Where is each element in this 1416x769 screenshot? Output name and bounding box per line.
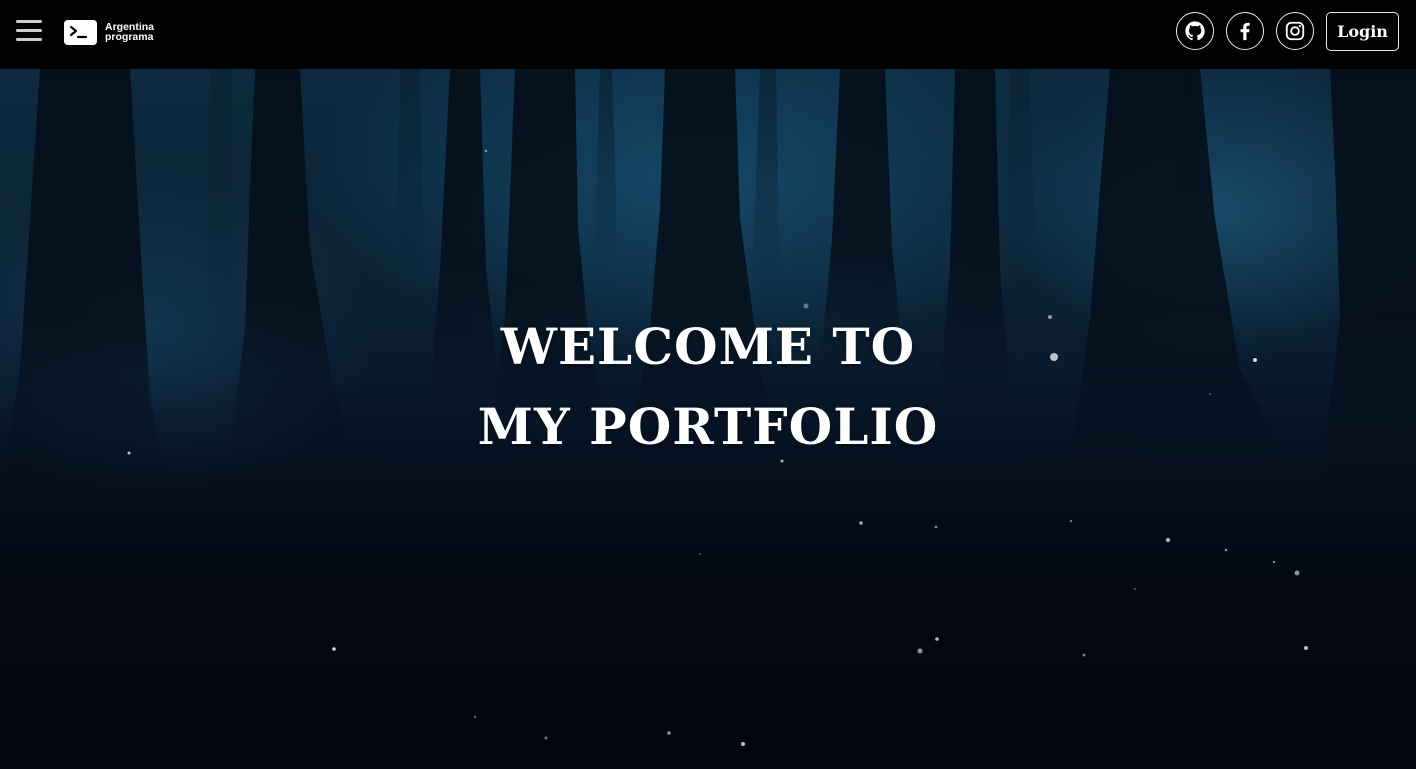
terminal-prompt-icon [64,19,97,45]
top-navbar: Argentina programa Login [0,0,1416,69]
brand-logo-link[interactable]: Argentina programa [64,18,154,46]
hero-title: WELCOME TO MY PORTFOLIO [0,307,1416,467]
instagram-link[interactable] [1276,12,1314,50]
instagram-icon [1285,21,1305,41]
facebook-link[interactable] [1226,12,1264,50]
facebook-icon [1240,22,1250,41]
brand-line-2: programa [105,31,154,43]
brand-name: Argentina programa [105,22,154,43]
hero-section: WELCOME TO MY PORTFOLIO [0,69,1416,769]
hero-title-line-2: MY PORTFOLIO [477,397,939,456]
hero-title-line-1: WELCOME TO [500,317,916,376]
github-link[interactable] [1176,12,1214,50]
hamburger-menu-icon[interactable] [16,20,42,42]
login-button[interactable]: Login [1326,12,1399,51]
github-icon [1185,21,1205,41]
